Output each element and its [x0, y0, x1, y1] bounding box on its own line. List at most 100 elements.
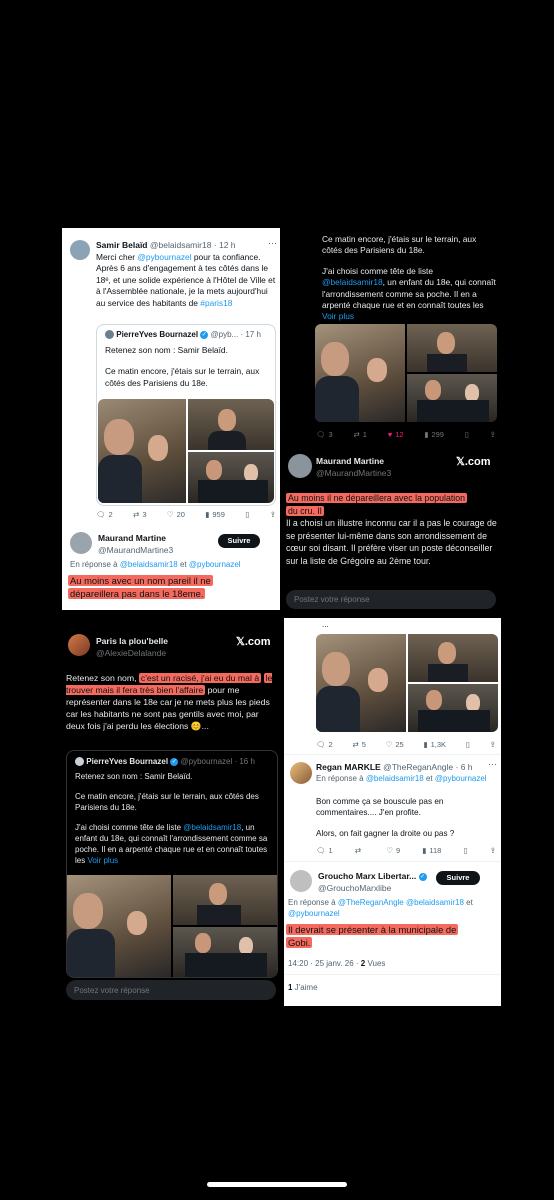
views-button[interactable]: ▮ 299 — [424, 430, 444, 439]
reply-count: 1 — [328, 846, 333, 855]
like-count: 12 — [395, 430, 404, 439]
bookmark-icon[interactable]: ▯ — [466, 740, 470, 749]
home-indicator[interactable] — [207, 1182, 347, 1187]
photo[interactable] — [173, 875, 277, 925]
panel-tweet-samir: Samir Belaïd @belaidsamir18 · 12 h ⋯ Mer… — [62, 228, 280, 610]
follow-button[interactable]: Suivre — [218, 534, 260, 548]
like-button[interactable]: ♡ 25 — [386, 740, 404, 749]
text-part: Merci cher — [96, 252, 138, 262]
reply-button[interactable]: 🗨 1 — [316, 846, 333, 855]
mention-link[interactable]: @pybournazel — [137, 252, 191, 262]
share-icon[interactable]: ⇪ — [490, 430, 496, 439]
photo[interactable] — [407, 374, 497, 422]
reply-author[interactable]: Groucho Marx Libertar... — [318, 871, 416, 881]
bookmark-icon[interactable]: ▯ — [463, 846, 467, 855]
photo[interactable] — [173, 927, 277, 977]
likes-line[interactable]: 1 J'aime — [288, 983, 318, 992]
photo-grid[interactable] — [98, 399, 274, 503]
more-icon[interactable]: ⋯ — [488, 759, 497, 770]
photo[interactable] — [188, 452, 274, 503]
bookmark-icon[interactable]: ▯ — [245, 510, 249, 519]
views-button[interactable]: ▮ 118 — [422, 846, 441, 855]
reply-count: 2 — [108, 510, 113, 519]
mention-link[interactable]: @belaidsamir18 — [366, 774, 424, 783]
photo[interactable] — [408, 634, 498, 682]
hashtag-link[interactable]: #paris18 — [200, 298, 232, 308]
reply-button[interactable]: 🗨 3 — [316, 430, 333, 439]
avatar[interactable] — [288, 454, 312, 478]
reply-author[interactable]: Regan MARKLE — [316, 762, 381, 772]
share-icon[interactable]: ⇪ — [270, 510, 276, 519]
avatar[interactable] — [70, 240, 90, 260]
heart-icon: ♡ — [166, 510, 174, 519]
mention-link[interactable]: @belaidsamir18 — [406, 898, 464, 907]
tweet-header: Samir Belaïd @belaidsamir18 · 12 h — [96, 240, 236, 250]
reply-to-line: En réponse à @TheReganAngle @belaidsamir… — [288, 898, 496, 919]
views-button[interactable]: ▮ 959 — [205, 510, 225, 519]
mention-link[interactable]: @belaidsamir18 — [322, 277, 383, 287]
mention-link[interactable]: @pybournazel — [435, 774, 487, 783]
mention-link[interactable]: @pybournazel — [189, 560, 241, 569]
quoted-tweet[interactable]: PierreYves Bournazel ✓ @pybournazel · 16… — [66, 750, 278, 978]
reply-text-highlighted: Au moins avec un nom pareil il ne dépare… — [68, 574, 213, 600]
reply-body: Il a choisi un illustre inconnu car il a… — [286, 518, 497, 566]
retweet-button[interactable]: ⇄ 3 — [133, 510, 146, 519]
highlight-line: du cru. Il — [286, 505, 324, 516]
quote-line: Ce matin encore, j'étais sur le terrain,… — [75, 792, 259, 812]
quote-text: Retenez son nom : Samir Belaïd. Ce matin… — [75, 771, 273, 866]
voir-plus-link[interactable]: Voir plus — [322, 311, 354, 321]
mention-link[interactable]: @pybournazel — [288, 909, 340, 918]
avatar[interactable] — [70, 532, 92, 554]
reply-handle: @TheReganAngle · 6 h — [383, 762, 473, 772]
retweet-button[interactable]: ⇄ 1 — [353, 430, 366, 439]
follow-button[interactable]: Suivre — [436, 871, 480, 885]
photo-grid[interactable] — [315, 324, 497, 422]
retweet-button[interactable]: ⇄ — [355, 846, 364, 855]
more-icon[interactable]: ⋯ — [268, 238, 277, 249]
avatar[interactable] — [68, 634, 90, 656]
photo[interactable] — [316, 634, 406, 732]
voir-plus-link[interactable]: Voir plus — [87, 856, 118, 865]
author-name[interactable]: Samir Belaïd — [96, 240, 148, 250]
like-button[interactable]: ♥ 12 — [388, 430, 404, 439]
reply-button[interactable]: 🗨 2 — [96, 510, 113, 519]
reply-input[interactable]: Postez votre réponse — [286, 590, 496, 609]
reply-author[interactable]: Maurand Martine — [98, 533, 173, 543]
chart-icon: ▮ — [423, 740, 428, 749]
reply-to-line: En réponse à @belaidsamir18 et @pybourna… — [316, 774, 496, 785]
retweet-icon: ⇄ — [133, 510, 140, 519]
quoted-tweet[interactable]: PierreYves Bournazel ✓ @pyb... · 17 h Re… — [96, 324, 276, 506]
heart-filled-icon: ♥ — [387, 430, 393, 439]
reply-author[interactable]: Maurand Martine — [316, 456, 391, 466]
reply-input[interactable]: Postez votre réponse — [66, 980, 276, 1000]
photo[interactable] — [408, 684, 498, 732]
mention-link[interactable]: @belaidsamir18 — [183, 823, 241, 832]
share-icon[interactable]: ⇪ — [490, 846, 496, 855]
reply-button[interactable]: 🗨 2 — [316, 740, 333, 749]
photo[interactable] — [315, 324, 405, 422]
like-button[interactable]: ♡ 20 — [167, 510, 185, 519]
avatar[interactable] — [290, 870, 312, 892]
views-label: Vues — [365, 959, 386, 968]
bookmark-icon[interactable]: ▯ — [465, 430, 469, 439]
like-count: 20 — [176, 510, 185, 519]
photo[interactable] — [188, 399, 274, 450]
mention-link[interactable]: @belaidsamir18 — [120, 560, 178, 569]
photo-grid[interactable] — [316, 634, 498, 732]
reply-to-and: et — [463, 898, 473, 907]
quote-handle: @pybournazel · 16 h — [180, 757, 255, 766]
author-name[interactable]: Paris la plou'belle — [96, 636, 168, 646]
retweet-button[interactable]: ⇄ 5 — [352, 740, 365, 749]
share-icon[interactable]: ⇪ — [490, 740, 496, 749]
author-handle: @belaidsamir18 · 12 h — [149, 240, 236, 250]
text-part: Retenez son nom, — [66, 673, 139, 683]
photo-grid[interactable] — [67, 875, 277, 977]
x-logo-icon: 𝕏.com — [456, 456, 491, 468]
photo[interactable] — [67, 875, 171, 977]
mention-link[interactable]: @TheReganAngle — [338, 898, 404, 907]
views-button[interactable]: ▮ 1,3K — [423, 740, 446, 749]
avatar[interactable] — [290, 762, 312, 784]
photo[interactable] — [98, 399, 186, 503]
like-button[interactable]: ♡ 9 — [386, 846, 400, 855]
photo[interactable] — [407, 324, 497, 372]
